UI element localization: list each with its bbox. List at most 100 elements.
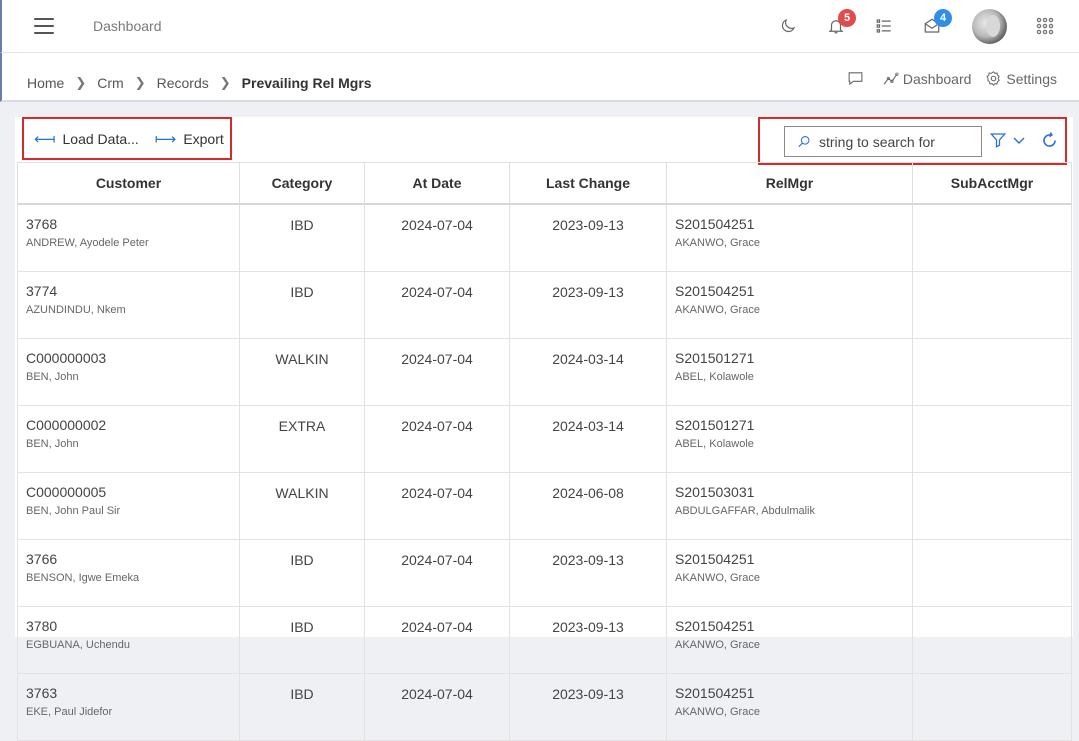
column-header-relmgr[interactable]: RelMgr	[666, 162, 913, 205]
table-row[interactable]: 3768 ANDREW, Ayodele Peter IBD 2024-07-04…	[17, 203, 1072, 272]
at-date-cell: 2024-07-04	[364, 606, 510, 674]
relmgr-name: ABEL, Kolawole	[675, 438, 754, 450]
arrow-right-icon: ⟼	[154, 130, 177, 148]
task-list-icon[interactable]	[872, 14, 896, 38]
table-row[interactable]: C000000002 BEN, John EXTRA 2024-07-04 202…	[17, 405, 1072, 473]
comment-button[interactable]	[847, 70, 868, 87]
at-date-cell: 2024-07-04	[364, 271, 510, 339]
breadcrumb-current: Prevailing Rel Mgrs	[241, 75, 372, 91]
last-change-cell: 2024-06-08	[509, 472, 667, 540]
table-row[interactable]: 3774 AZUNDINDU, Nkem IBD 2024-07-04 2023-…	[17, 271, 1072, 339]
relmgr-id: S201501271	[675, 350, 755, 366]
dashboard-link[interactable]: Dashboard	[882, 70, 971, 87]
apps-grid-icon[interactable]	[1033, 14, 1057, 38]
table-row[interactable]: C000000003 BEN, John WALKIN 2024-07-04 20…	[17, 338, 1072, 406]
settings-link[interactable]: Settings	[985, 70, 1057, 87]
customer-name: BEN, John	[26, 371, 79, 383]
category-cell: WALKIN	[239, 338, 365, 406]
customer-id: 3774	[26, 283, 58, 299]
search-input[interactable]	[817, 132, 981, 151]
category-cell: IBD	[239, 271, 365, 339]
table-header-row: Customer Category At Date Last Change Re…	[17, 162, 1072, 205]
customer-id: C000000005	[26, 484, 107, 500]
export-button[interactable]: ⟼ Export	[155, 130, 224, 148]
relmgr-name: AKANWO, Grace	[675, 572, 760, 584]
relmgr-id: S201504251	[675, 283, 755, 299]
relmgr-cell: S201501271 ABEL, Kolawole	[666, 405, 913, 473]
notifications-badge: 5	[838, 9, 856, 27]
customer-cell: C000000005 BEN, John Paul Sir	[17, 472, 240, 540]
relmgr-id: S201504251	[675, 685, 755, 701]
breadcrumb-home[interactable]: Home	[27, 75, 64, 91]
relmgr-name: AKANWO, Grace	[675, 639, 760, 651]
at-date-cell: 2024-07-04	[364, 673, 510, 741]
load-data-label: Load Data...	[62, 130, 139, 147]
chevron-right-icon: ❯	[219, 75, 231, 90]
subacctmgr-cell	[912, 539, 1072, 607]
filter-dropdown[interactable]	[989, 131, 1025, 149]
at-date-cell: 2024-07-04	[364, 472, 510, 540]
breadcrumb-actions: Dashboard Settings	[833, 70, 1057, 87]
column-header-last-change[interactable]: Last Change	[509, 162, 667, 205]
user-avatar[interactable]	[972, 9, 1007, 44]
relmgr-cell: S201501271 ABEL, Kolawole	[666, 338, 913, 406]
relmgr-name: AKANWO, Grace	[675, 237, 760, 249]
filter-icon	[989, 133, 1007, 148]
dark-mode-moon-icon[interactable]	[776, 14, 800, 38]
customer-cell: 3766 BENSON, Igwe Emeka	[17, 539, 240, 607]
subacctmgr-cell	[912, 271, 1072, 339]
relmgr-name: ABDULGAFFAR, Abdulmalik	[675, 505, 815, 517]
relmgr-cell: S201504251 AKANWO, Grace	[666, 673, 913, 741]
relmgr-cell: S201504251 AKANWO, Grace	[666, 203, 913, 272]
mail-icon[interactable]: 4	[920, 9, 952, 38]
customer-name: EKE, Paul Jidefor	[26, 706, 113, 718]
customer-name: BENSON, Igwe Emeka	[26, 572, 140, 584]
column-header-at-date[interactable]: At Date	[364, 162, 510, 205]
search-icon	[798, 136, 810, 148]
subacctmgr-cell	[912, 606, 1072, 674]
relmgr-name: AKANWO, Grace	[675, 706, 760, 718]
notifications-bell-icon[interactable]: 5	[824, 9, 856, 38]
export-label: Export	[183, 130, 224, 147]
category-cell: IBD	[239, 673, 365, 741]
breadcrumb-crm[interactable]: Crm	[97, 75, 123, 91]
relmgr-id: S201503031	[675, 484, 755, 500]
breadcrumb: Home ❯ Crm ❯ Records ❯ Prevailing Rel Mg…	[27, 75, 372, 91]
load-data-button[interactable]: ⟻ Load Data...	[34, 130, 139, 148]
refresh-icon	[1043, 132, 1056, 147]
customer-name: BEN, John	[26, 438, 79, 450]
search-box	[784, 126, 982, 157]
comment-icon	[848, 72, 863, 86]
chevron-right-icon: ❯	[134, 75, 146, 90]
table-row[interactable]: 3780 EGBUANA, Uchendu IBD 2024-07-04 2023…	[17, 606, 1072, 674]
last-change-cell: 2023-09-13	[509, 539, 667, 607]
customer-cell: 3768 ANDREW, Ayodele Peter	[17, 203, 240, 272]
column-header-category[interactable]: Category	[239, 162, 365, 205]
category-cell: IBD	[239, 203, 365, 272]
subacctmgr-cell	[912, 338, 1072, 406]
customer-name: BEN, John Paul Sir	[26, 505, 121, 517]
relmgr-cell: S201504251 AKANWO, Grace	[666, 271, 913, 339]
chart-line-icon	[883, 72, 899, 85]
at-date-cell: 2024-07-04	[364, 539, 510, 607]
column-header-customer[interactable]: Customer	[17, 162, 240, 205]
last-change-cell: 2024-03-14	[509, 338, 667, 406]
category-cell: EXTRA	[239, 405, 365, 473]
menu-icon[interactable]	[34, 18, 54, 34]
table-row[interactable]: 3763 EKE, Paul Jidefor IBD 2024-07-04 202…	[17, 673, 1072, 741]
category-cell: IBD	[239, 606, 365, 674]
customer-name: AZUNDINDU, Nkem	[26, 304, 126, 316]
customer-id: C000000002	[26, 417, 107, 433]
category-cell: IBD	[239, 539, 365, 607]
refresh-button[interactable]	[1040, 131, 1059, 155]
app-title: Dashboard	[93, 18, 162, 34]
column-header-subacctmgr[interactable]: SubAcctMgr	[912, 162, 1072, 205]
at-date-cell: 2024-07-04	[364, 405, 510, 473]
subacctmgr-cell	[912, 472, 1072, 540]
breadcrumb-records[interactable]: Records	[157, 75, 209, 91]
table-row[interactable]: C000000005 BEN, John Paul Sir WALKIN 2024…	[17, 472, 1072, 540]
at-date-cell: 2024-07-04	[364, 338, 510, 406]
customer-name: ANDREW, Ayodele Peter	[26, 237, 149, 249]
table-row[interactable]: 3766 BENSON, Igwe Emeka IBD 2024-07-04 20…	[17, 539, 1072, 607]
messages-badge: 4	[934, 9, 952, 27]
